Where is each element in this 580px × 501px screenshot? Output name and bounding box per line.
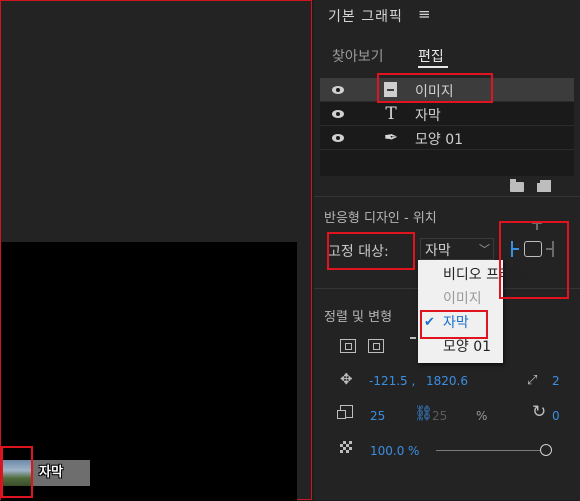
layer-label: 자막 <box>415 108 441 124</box>
menu-item-label: 자막 <box>443 315 469 331</box>
active-tab-indicator <box>418 66 448 68</box>
scale-value[interactable]: 25 <box>370 409 385 423</box>
anchor-value[interactable]: 2 <box>552 374 560 388</box>
align-horizontal-center-icon[interactable] <box>340 339 356 353</box>
new-group-folder-icon[interactable] <box>510 179 524 192</box>
pin-left-edge-icon[interactable] <box>511 241 519 257</box>
tab-browse[interactable]: 찾아보기 <box>332 46 384 66</box>
opacity-value[interactable]: 100.0 <box>370 444 404 458</box>
pin-top-edge-icon[interactable] <box>532 222 542 230</box>
menu-item-caption[interactable]: ✔ 자막 <box>418 311 503 335</box>
anchor-point-icon: ⤢ <box>527 373 538 388</box>
eye-icon[interactable] <box>332 86 344 94</box>
chevron-down-icon: ﹀ <box>479 243 490 256</box>
layer-label: 이미지 <box>415 84 454 100</box>
layer-label: 모양 01 <box>415 132 464 148</box>
pin-right-edge-icon[interactable] <box>546 241 554 257</box>
pin-to-dropdown-menu: 비디오 프레임 이미지 ✔ 자막 모양 01 <box>418 260 525 363</box>
layers-list: 이미지 T 자막 ✒ 모양 01 <box>320 78 574 176</box>
pen-icon: ✒ <box>383 128 399 148</box>
panel-title: 기본 그래픽 <box>328 9 403 25</box>
clip-label: 자막 <box>33 460 90 486</box>
responsive-design-title: 반응형 디자인 - 위치 <box>324 211 437 226</box>
new-layer-icon[interactable] <box>537 180 551 192</box>
opacity-slider-track[interactable] <box>436 450 546 451</box>
image-icon <box>384 82 397 97</box>
rotation-value[interactable]: 0 <box>552 409 560 423</box>
position-x-value[interactable]: -121.5 , <box>369 374 415 388</box>
rotation-icon: ↻ <box>532 402 547 422</box>
panel-menu-icon[interactable]: ≡ <box>418 5 431 23</box>
position-y-value[interactable]: 1820.6 <box>426 374 468 388</box>
essential-graphics-panel: 기본 그래픽 ≡ 찾아보기 편집 이미지 T 자막 ✒ 모양 01 반응형 디자… <box>314 0 580 500</box>
scale-height-value[interactable]: 25 <box>432 409 447 423</box>
align-top-icon[interactable] <box>410 337 416 353</box>
program-monitor <box>0 0 312 501</box>
checkmark-icon: ✔ <box>424 315 435 330</box>
opacity-unit: % <box>408 444 420 458</box>
link-icon[interactable]: ⛓ <box>414 404 433 422</box>
clip-item[interactable]: 자막 <box>3 460 90 486</box>
scale-icon <box>337 405 353 419</box>
pin-to-value: 자막 <box>425 243 451 259</box>
pin-center-box-icon[interactable] <box>524 241 542 257</box>
layer-item-shape[interactable]: ✒ 모양 01 <box>320 126 574 150</box>
opacity-checker-icon <box>340 441 352 453</box>
menu-item-image: 이미지 <box>443 291 482 307</box>
pin-edges-widget <box>506 222 566 262</box>
scale-unit: % <box>476 409 488 423</box>
clip-thumbnail <box>3 460 33 486</box>
divider <box>314 196 580 197</box>
align-vertical-center-icon[interactable] <box>368 339 384 353</box>
menu-item-shape[interactable]: 모양 01 <box>418 335 503 359</box>
tab-edit[interactable]: 편집 <box>418 46 444 66</box>
eye-icon[interactable] <box>332 110 344 118</box>
opacity-slider-handle[interactable] <box>540 444 552 456</box>
position-move-icon: ✥ <box>340 370 353 388</box>
align-transform-title: 정렬 및 변형 <box>324 310 393 325</box>
menu-item-video-frame[interactable]: 비디오 프레임 <box>418 263 525 287</box>
eye-icon[interactable] <box>332 134 344 142</box>
text-icon: T <box>385 104 397 124</box>
layer-item-image[interactable]: 이미지 <box>320 78 574 102</box>
layer-item-caption[interactable]: T 자막 <box>320 102 574 126</box>
pin-to-label: 고정 대상: <box>328 244 389 260</box>
pin-to-select[interactable]: 자막 ﹀ <box>420 238 494 260</box>
